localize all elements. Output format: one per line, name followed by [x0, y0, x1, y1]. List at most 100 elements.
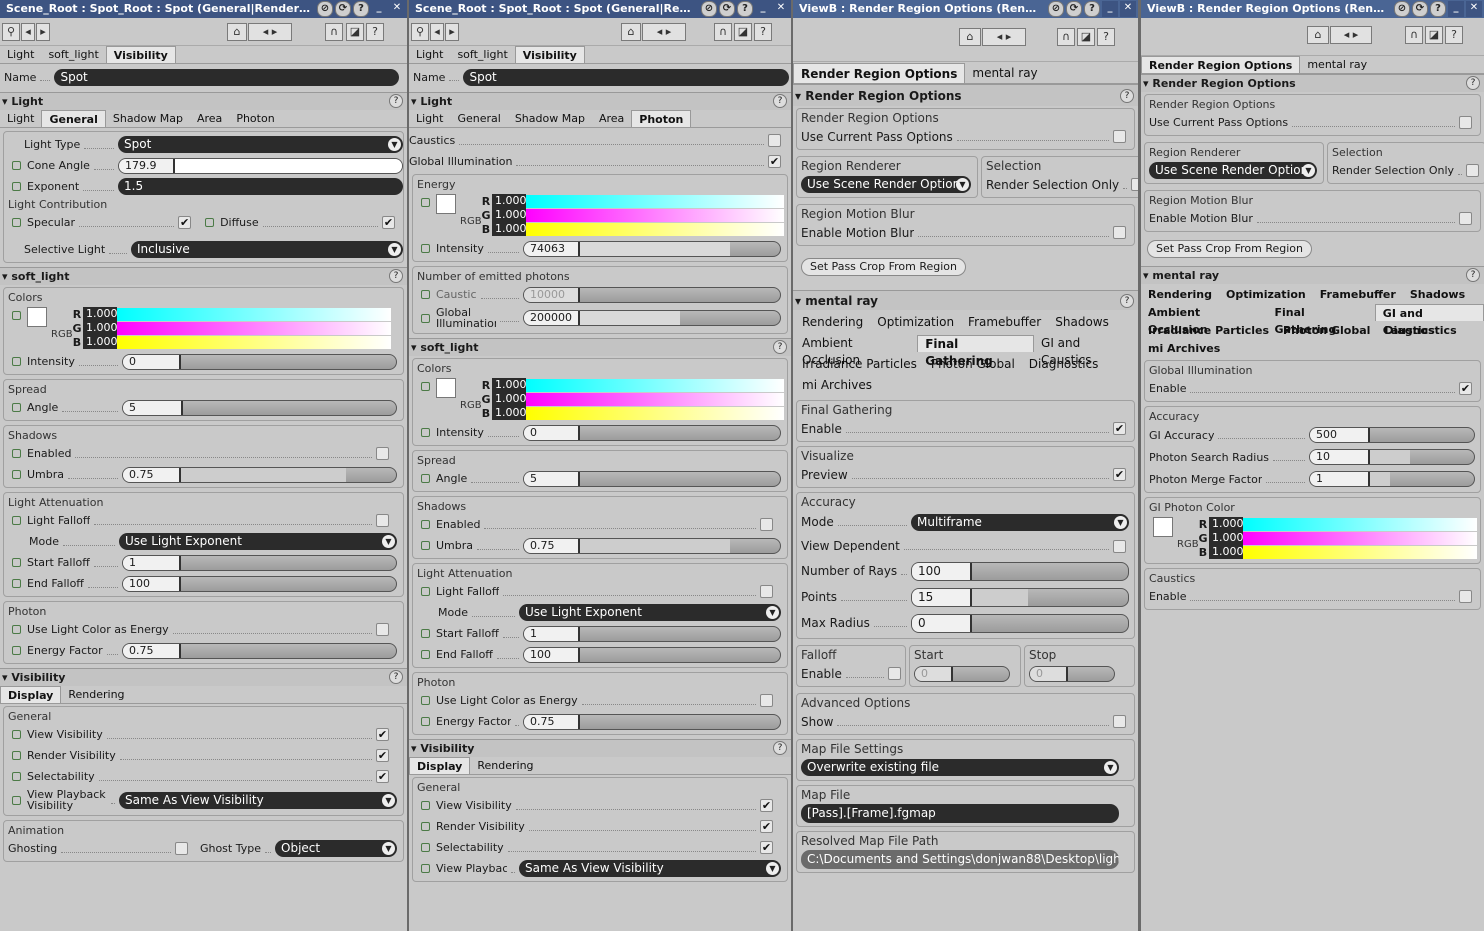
blue-slider[interactable]	[526, 222, 784, 236]
angle-slider[interactable]: 5	[122, 399, 397, 416]
view-dependent-checkbox[interactable]	[1113, 539, 1126, 553]
animation-icon[interactable]	[12, 161, 21, 170]
blue-slider[interactable]	[1243, 545, 1477, 559]
help-icon[interactable]: ?	[773, 340, 787, 354]
selection-tool-icon[interactable]: ⚲	[411, 23, 429, 41]
red-value[interactable]: 1.000	[83, 307, 118, 321]
animation-icon[interactable]	[12, 403, 21, 412]
energy-factor-slider[interactable]: 0.75	[122, 642, 397, 659]
blue-slider[interactable]	[117, 335, 391, 349]
gi-enable-checkbox[interactable]: ✔	[1459, 382, 1472, 395]
caustic-photons-slider[interactable]: 10000	[523, 286, 781, 303]
use-current-pass-checkbox[interactable]	[1459, 116, 1472, 129]
angle-value[interactable]: 5	[524, 471, 580, 486]
nav-arrows-icon[interactable]: ◂ ▸	[982, 28, 1026, 46]
tab-light[interactable]: Light	[409, 46, 450, 63]
mode-dropdown[interactable]: Use Light Exponent ▼	[519, 604, 781, 621]
umbra-value[interactable]: 0.75	[123, 467, 181, 482]
start-falloff-value[interactable]: 1	[123, 555, 181, 570]
mr-tab-irradiance-particles[interactable]: Irradiance Particles	[1141, 322, 1276, 339]
red-value[interactable]: 1.000	[492, 194, 527, 208]
map-file-field[interactable]: [Pass].[Frame].fgmap	[801, 804, 1119, 823]
intensity-slider[interactable]: 0	[523, 424, 781, 441]
animation-icon[interactable]	[12, 516, 21, 525]
photon-search-radius-value[interactable]: 10	[1310, 450, 1370, 464]
end-falloff-value[interactable]: 100	[524, 647, 580, 662]
magnet-icon[interactable]: ∩	[1405, 26, 1423, 44]
caustics-checkbox[interactable]	[768, 134, 781, 147]
lock-icon[interactable]: ⊘	[1394, 1, 1410, 17]
intensity-slider[interactable]: 74063	[523, 240, 781, 257]
view-visibility-checkbox[interactable]: ✔	[376, 728, 389, 741]
tab-render-region-options[interactable]: Render Region Options	[793, 63, 966, 83]
animation-icon[interactable]	[421, 696, 430, 705]
animation-icon[interactable]	[12, 218, 21, 227]
intensity-value[interactable]: 74063	[524, 241, 580, 256]
set-pass-crop-button[interactable]: Set Pass Crop From Region	[1147, 240, 1312, 258]
nav-arrows-icon[interactable]: ◂ ▸	[1330, 26, 1372, 44]
falloff-start-value[interactable]: 0	[915, 666, 953, 681]
photon-merge-factor-value[interactable]: 1	[1310, 472, 1370, 486]
blue-slider[interactable]	[526, 406, 784, 420]
window-title-bar[interactable]: ViewB : Render Region Options (Render...…	[1141, 0, 1484, 18]
falloff-stop-slider[interactable]: 0	[1029, 665, 1115, 682]
subtab-area[interactable]: Area	[592, 110, 631, 127]
section-mental-ray-header[interactable]: ▾ mental ray?	[793, 290, 1138, 310]
photon-search-radius-slider[interactable]: 10	[1309, 449, 1475, 465]
section-visibility-header[interactable]: ▾ Visibility?	[0, 668, 407, 686]
points-slider[interactable]: 15	[911, 587, 1129, 607]
subtab-light[interactable]: Light	[0, 110, 41, 127]
enable-motion-blur-checkbox[interactable]	[1459, 212, 1472, 225]
selectability-checkbox[interactable]: ✔	[376, 770, 389, 783]
selection-tool-icon[interactable]: ⚲	[2, 23, 20, 41]
help-tool-icon[interactable]: ?	[1097, 28, 1115, 46]
lock-icon[interactable]: ⊘	[317, 1, 333, 17]
end-falloff-slider[interactable]: 100	[523, 646, 781, 663]
mr-tab-ambient-occlusion[interactable]: Ambient Occlusion	[795, 335, 917, 367]
magnet-icon[interactable]: ∩	[325, 23, 343, 41]
section-light-header[interactable]: ▾ Light?	[409, 92, 791, 110]
animation-icon[interactable]	[12, 751, 21, 760]
tab-visibility[interactable]: Visibility	[105, 46, 176, 63]
global-illumination-checkbox[interactable]: ✔	[768, 155, 781, 168]
help-icon[interactable]: ?	[773, 741, 787, 755]
resolved-map-path-field[interactable]: C:\Documents and Settings\donjwan88\Desk…	[801, 850, 1119, 869]
energy-factor-value[interactable]: 0.75	[524, 714, 580, 729]
tab-mental-ray[interactable]: mental ray	[965, 63, 1044, 83]
forward-icon[interactable]: ▸	[36, 23, 50, 41]
name-field[interactable]: Spot	[463, 68, 790, 86]
green-slider[interactable]	[526, 208, 784, 222]
nav-arrows-icon[interactable]: ◂ ▸	[642, 23, 686, 41]
start-falloff-slider[interactable]: 1	[122, 554, 397, 571]
selectability-checkbox[interactable]: ✔	[760, 841, 773, 854]
mr-tab-mi-archives[interactable]: mi Archives	[1141, 340, 1227, 357]
help-icon[interactable]: ?	[389, 94, 403, 108]
keyframe-icon[interactable]: ◪	[346, 23, 364, 41]
tab-visibility[interactable]: Visibility	[514, 46, 585, 63]
tab-soft-light[interactable]: soft_light	[450, 46, 514, 63]
minimize-button[interactable]: _	[1448, 1, 1464, 17]
cone-angle-value[interactable]: 179.9	[119, 158, 175, 173]
help-icon[interactable]: ?	[1466, 76, 1480, 90]
close-button[interactable]: ✕	[1466, 1, 1482, 17]
green-value[interactable]: 1.000	[83, 321, 118, 335]
subtab-shadow-map[interactable]: Shadow Map	[106, 110, 190, 127]
section-render-region-options-header[interactable]: ▾ Render Region Options?	[1141, 74, 1484, 92]
preview-checkbox[interactable]: ✔	[1113, 468, 1126, 481]
window-title-bar[interactable]: ViewB : Render Region Options (Render...…	[793, 0, 1138, 18]
subtab-rendering[interactable]: Rendering	[61, 686, 131, 703]
subtab-general[interactable]: General	[450, 110, 507, 127]
green-slider[interactable]	[526, 392, 784, 406]
fg-mode-dropdown[interactable]: Multiframe ▼	[911, 513, 1129, 531]
use-light-color-checkbox[interactable]	[760, 694, 773, 707]
minimize-button[interactable]: _	[371, 1, 387, 17]
umbra-slider[interactable]: 0.75	[122, 466, 397, 483]
shadows-enabled-checkbox[interactable]	[376, 447, 389, 460]
home-icon[interactable]: ⌂	[227, 23, 247, 41]
help-icon[interactable]: ?	[1120, 294, 1134, 308]
mr-tab-ambient-occlusion[interactable]: Ambient Occlusion	[1141, 304, 1267, 336]
help-icon[interactable]: ?	[353, 1, 369, 17]
help-tool-icon[interactable]: ?	[1445, 26, 1463, 44]
subtab-shadow-map[interactable]: Shadow Map	[508, 110, 592, 127]
animation-icon[interactable]	[12, 558, 21, 567]
